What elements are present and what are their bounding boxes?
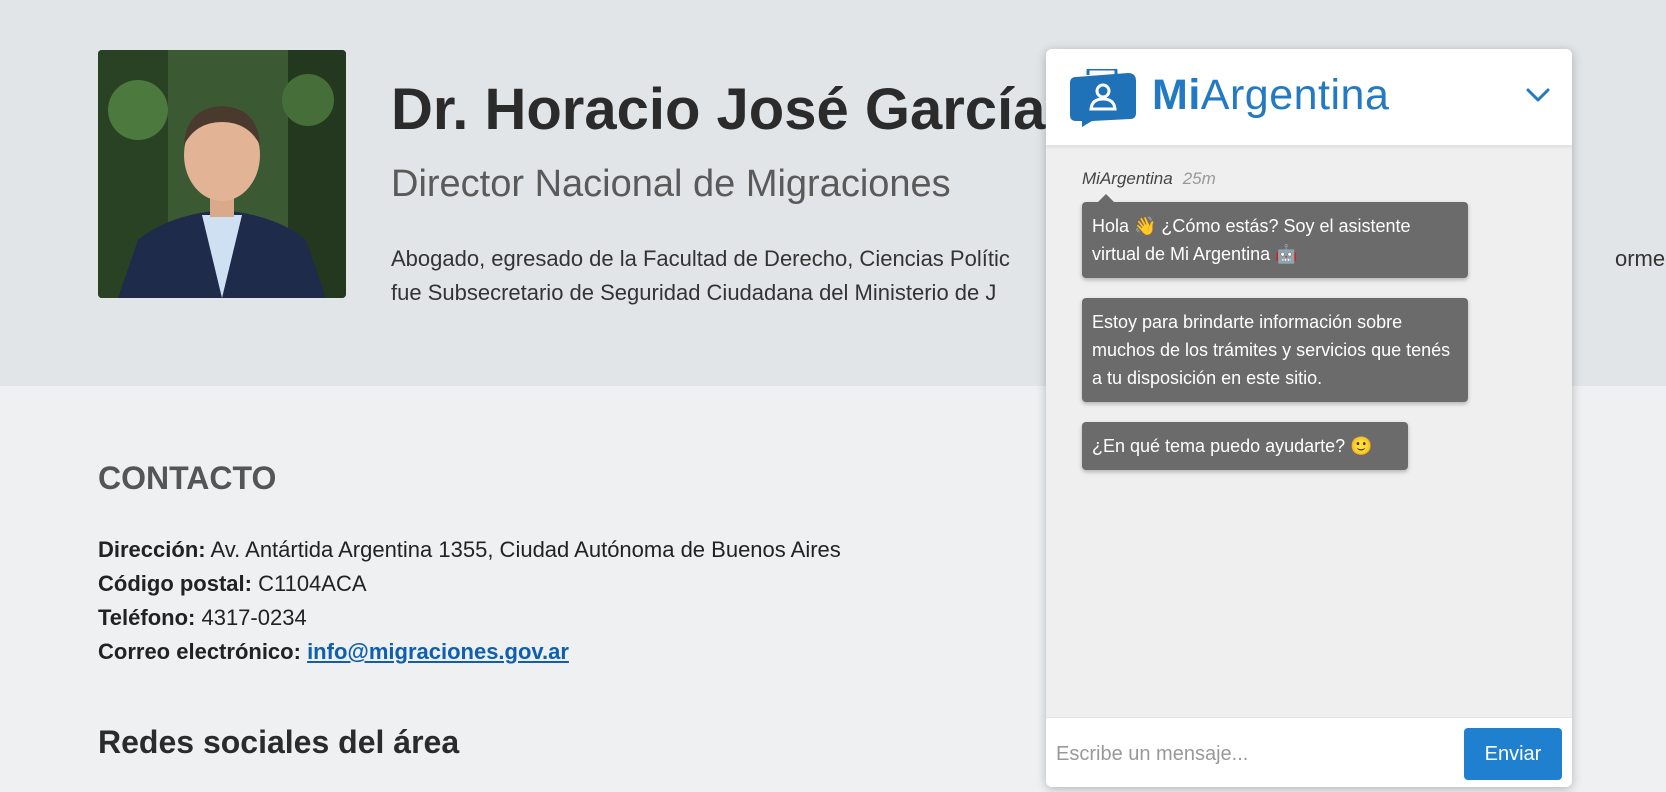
email-label: Correo electrónico: (98, 639, 301, 664)
contact-list: Dirección: Av. Antártida Argentina 1355,… (98, 533, 841, 669)
postal-value: C1104ACA (251, 571, 367, 596)
email-link[interactable]: info@migraciones.gov.ar (307, 639, 569, 664)
chat-message: ¿En qué tema puedo ayudarte? 🙂 (1082, 422, 1408, 470)
phone-label: Teléfono: (98, 605, 196, 630)
profile-name: Dr. Horacio José García (391, 77, 1046, 142)
bio-line-1-tail: ormente (1615, 246, 1666, 271)
address-value: Av. Antártida Argentina 1355, Ciudad Aut… (205, 537, 841, 562)
message-time: 25m (1182, 169, 1216, 188)
chat-brand-bold: Mi (1152, 71, 1201, 119)
address-label: Dirección: (98, 537, 206, 562)
chevron-down-icon[interactable] (1522, 79, 1554, 111)
contact-address: Dirección: Av. Antártida Argentina 1355,… (98, 533, 841, 567)
chat-footer: Enviar (1046, 717, 1572, 787)
chat-message-input[interactable] (1054, 728, 1458, 780)
chat-widget: MiArgentina MiArgentina 25m Hola 👋 ¿Cómo … (1046, 49, 1572, 787)
social-title: Redes sociales del área (98, 724, 460, 760)
message-sender: MiArgentina (1082, 169, 1173, 188)
profile-role: Director Nacional de Migraciones (391, 163, 951, 205)
chat-message: Hola 👋 ¿Cómo estás? Soy el asistente vir… (1082, 194, 1468, 278)
chat-brand: MiArgentina (1152, 71, 1389, 120)
bio-line-1-text: Abogado, egresado de la Facultad de Dere… (391, 246, 1010, 271)
profile-photo-image (98, 50, 346, 298)
phone-value: 4317-0234 (195, 605, 307, 630)
send-button[interactable]: Enviar (1464, 728, 1562, 780)
postal-label: Código postal: (98, 571, 252, 596)
miargentina-logo-icon (1066, 67, 1140, 127)
chat-brand-rest: Argentina (1200, 71, 1390, 119)
contact-phone: Teléfono: 4317-0234 (98, 601, 841, 635)
chat-header: MiArgentina (1046, 49, 1572, 145)
message-meta: MiArgentina 25m (1082, 169, 1216, 189)
chat-message: Estoy para brindarte información sobre m… (1082, 298, 1468, 402)
contact-title: CONTACTO (98, 460, 277, 496)
contact-email: Correo electrónico: info@migraciones.gov… (98, 635, 841, 669)
profile-photo (98, 50, 346, 298)
contact-postal: Código postal: C1104ACA (98, 567, 841, 601)
